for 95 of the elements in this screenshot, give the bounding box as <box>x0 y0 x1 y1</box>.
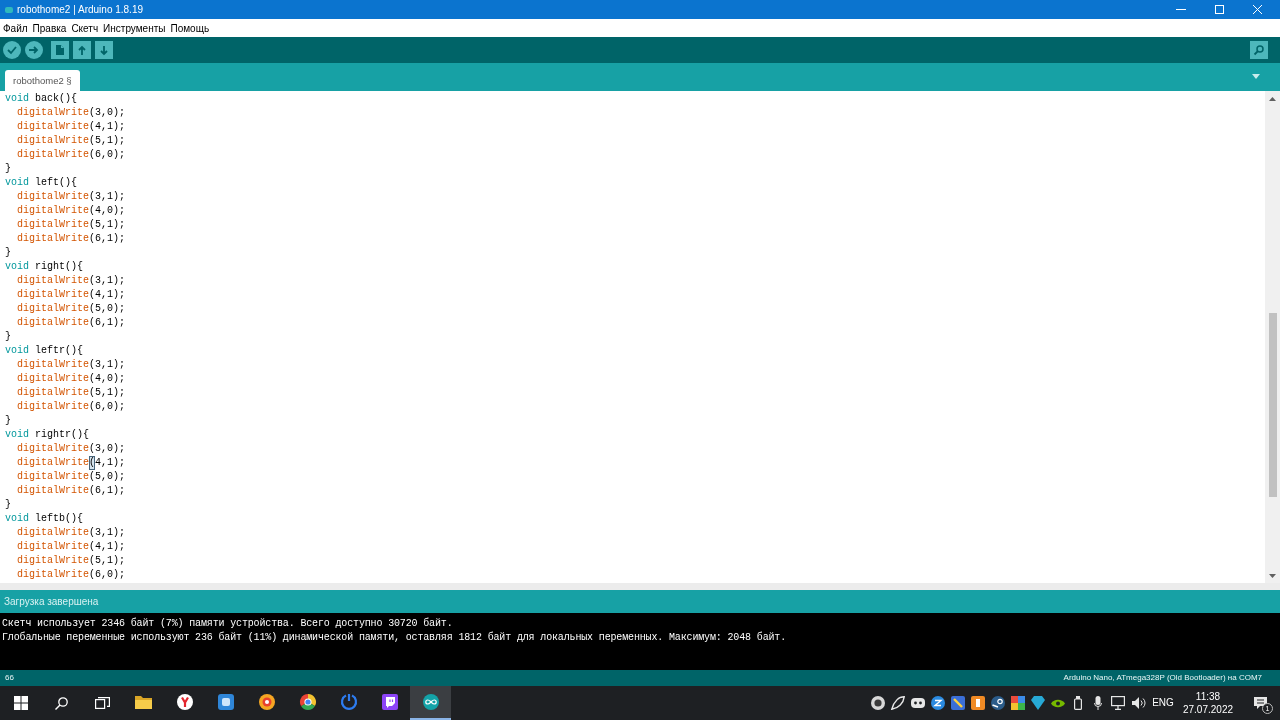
eye-icon[interactable] <box>1051 698 1065 708</box>
open-button[interactable] <box>73 41 91 59</box>
search-icon <box>55 696 68 710</box>
scrollbar[interactable] <box>1265 91 1280 583</box>
gamepad-icon[interactable] <box>911 696 925 710</box>
console-line: Скетч использует 2346 байт (7%) памяти устройства. Всего доступно 30720 байт. <box>2 617 453 631</box>
minimize-icon <box>1176 9 1186 10</box>
chat-tile-icon <box>381 694 398 710</box>
serial-monitor-button[interactable] <box>1250 41 1268 59</box>
code-line: digitalWrite(3,0); <box>16 442 127 456</box>
infinity-icon <box>422 694 439 710</box>
app-tile-icon <box>217 694 234 710</box>
console-line: Глобальные переменные используют 236 байт (11%) динамической памяти, оставляя 1812 байт для локальных переменных. Максимум: 2048 байт. <box>2 631 787 645</box>
code-line: } <box>5 246 12 260</box>
verify-button[interactable] <box>3 41 21 59</box>
code-line: digitalWrite(3,1); <box>16 358 127 372</box>
code-line: digitalWrite(5,1); <box>16 554 127 568</box>
windows-logo-icon <box>13 696 28 710</box>
code-line: digitalWrite(6,1); <box>16 316 127 330</box>
code-line: digitalWrite(5,1); <box>16 386 127 400</box>
language-button[interactable]: ENG <box>1148 697 1178 709</box>
arrow-down-icon <box>100 45 108 55</box>
folder-icon <box>135 695 152 709</box>
code-line: digitalWrite(6,0); <box>16 400 127 414</box>
y-logo-icon <box>176 694 193 710</box>
save-button[interactable] <box>95 41 113 59</box>
code-line: digitalWrite(6,0); <box>16 568 127 582</box>
code-line: digitalWrite(6,1); <box>16 484 127 498</box>
maximize-icon <box>1214 5 1224 14</box>
slash-tile-icon[interactable] <box>951 696 965 710</box>
check-icon <box>7 46 17 54</box>
code-line: digitalWrite(5,1); <box>16 134 127 148</box>
scrollbar-thumb[interactable] <box>1268 313 1277 497</box>
menu-item[interactable]: Инструменты <box>103 21 166 35</box>
menu-item[interactable]: Скетч <box>71 21 99 35</box>
code-line: void left(){ <box>5 176 79 190</box>
menu-item[interactable]: Файл <box>3 21 28 35</box>
page-icon <box>56 45 64 55</box>
bar-tile-icon[interactable] <box>971 696 985 710</box>
line-number: 66 <box>5 673 14 683</box>
new-button[interactable] <box>51 41 69 59</box>
menu-item[interactable]: Помощь <box>170 21 210 35</box>
code-line: digitalWrite(5,1); <box>16 218 127 232</box>
monitor-icon[interactable] <box>1111 696 1125 710</box>
code-line: void rightr(){ <box>5 428 91 442</box>
code-line: digitalWrite(3,1); <box>16 526 127 540</box>
speaker-icon[interactable] <box>1131 697 1145 709</box>
code-line: digitalWrite(5,0); <box>16 470 127 484</box>
code-line: digitalWrite(6,1); <box>16 232 127 246</box>
gem-icon[interactable] <box>1031 696 1045 710</box>
code-line: digitalWrite(6,0); <box>16 148 127 162</box>
wheel-icon <box>299 694 316 710</box>
code-line: } <box>5 414 12 428</box>
task-view-icon <box>95 697 110 709</box>
code-line: } <box>5 162 12 176</box>
code-line: digitalWrite(4,1); <box>16 120 127 134</box>
arrow-right-icon <box>29 46 39 54</box>
magnifier-icon <box>1254 45 1264 55</box>
grid-tile-icon[interactable] <box>1011 696 1025 710</box>
disc-logo-icon[interactable] <box>991 696 1005 710</box>
circle-icon[interactable] <box>871 696 885 710</box>
status-message: Загрузка завершена <box>4 595 99 608</box>
arrow-up-icon <box>78 45 86 55</box>
window-title: robothome2 | Arduino 1.8.19 <box>17 3 144 16</box>
code-line: digitalWrite(4,1); <box>16 288 127 302</box>
upload-button[interactable] <box>25 41 43 59</box>
code-line: } <box>5 330 12 344</box>
code-line: digitalWrite(4,0); <box>16 204 127 218</box>
leaf-icon[interactable] <box>891 696 905 710</box>
close-icon <box>1252 5 1262 14</box>
code-line: void back(){ <box>5 92 79 106</box>
ring-icon <box>258 694 275 710</box>
caret-up-icon[interactable] <box>1269 96 1276 101</box>
microphone-icon[interactable] <box>1094 696 1102 710</box>
taskbar-button[interactable] <box>410 686 451 720</box>
code-line: digitalWrite(4,1); <box>16 540 127 554</box>
sketch-tab[interactable]: robothome2 § <box>5 70 80 91</box>
code-line: digitalWrite(4,0); <box>16 372 127 386</box>
menu-item[interactable]: Правка <box>32 21 67 35</box>
message-bubble-icon <box>1253 696 1267 710</box>
code-line: digitalWrite(5,0); <box>16 302 127 316</box>
code-line: digitalWrite(3,1); <box>16 190 127 204</box>
code-line: digitalWrite(3,0); <box>16 106 127 120</box>
app-logo-icon <box>5 6 13 13</box>
code-line: digitalWrite(3,1); <box>16 274 127 288</box>
clock-button[interactable]: 11:38 27.07.2022 <box>1180 686 1236 720</box>
z-circle-icon[interactable] <box>931 696 945 710</box>
code-line: } <box>5 498 12 512</box>
code-line: void leftr(){ <box>5 344 85 358</box>
code-line: void right(){ <box>5 260 85 274</box>
board-info: Arduino Nano, ATmega328P (Old Bootloader) на COM7 <box>1063 673 1262 683</box>
caret-down-icon[interactable] <box>1269 573 1276 578</box>
code-line: void leftb(){ <box>5 512 85 526</box>
power-icon <box>340 694 357 710</box>
usb-drive-icon[interactable] <box>1074 696 1082 710</box>
